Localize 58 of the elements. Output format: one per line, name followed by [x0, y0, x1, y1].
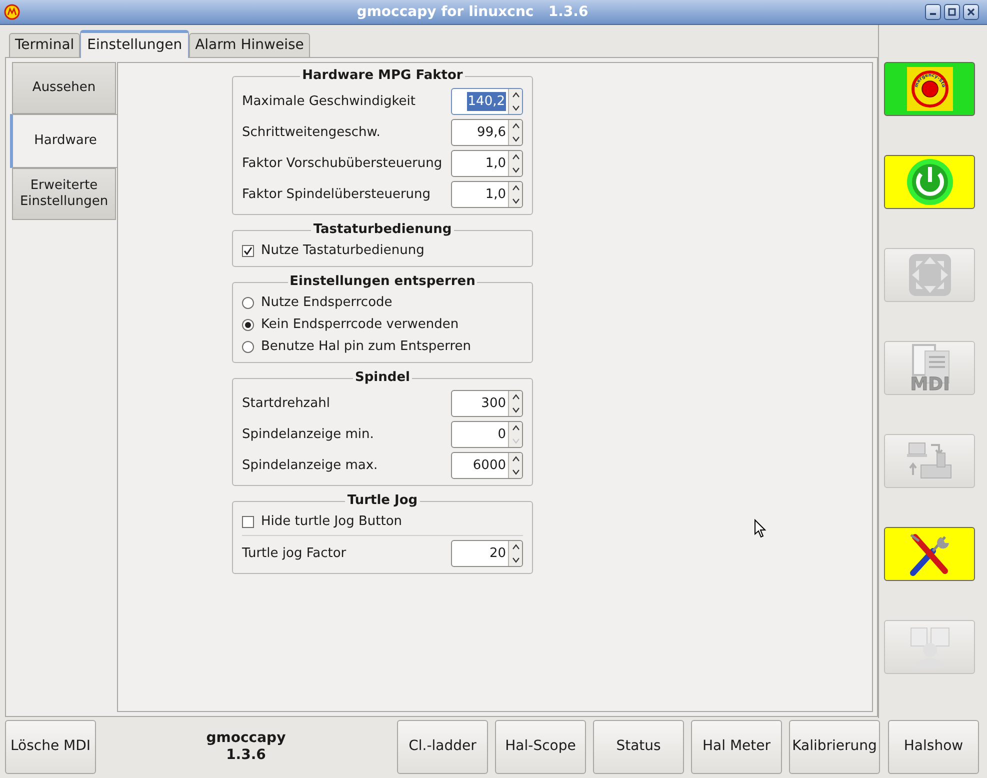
radio-button[interactable] — [242, 341, 254, 353]
field-label: Faktor Spindelübersteuerung — [242, 186, 432, 204]
mouse-cursor-icon — [754, 519, 766, 538]
close-button[interactable] — [963, 4, 979, 20]
toolbar-button[interactable]: Kalibrierung — [789, 720, 880, 774]
close-icon — [967, 8, 975, 16]
side-tab[interactable]: Erweiterte Einstellungen — [12, 168, 116, 220]
number-field[interactable]: 1,0 — [451, 150, 523, 177]
toolbar-button[interactable]: Cl.-ladder — [397, 720, 488, 774]
toolbar-button[interactable]: Halshow — [888, 720, 979, 774]
group-title: Tastaturbedienung — [311, 221, 454, 239]
number-field[interactable]: 6000 — [451, 452, 523, 479]
app-logo-icon — [4, 4, 20, 20]
power-icon — [906, 158, 954, 206]
radio-label: Benutze Hal pin zum Entsperren — [261, 338, 472, 356]
app-version: 1.3.6 — [226, 746, 266, 764]
field-label: Faktor Vorschubübersteuerung — [242, 154, 444, 173]
number-field[interactable]: 1,0 — [451, 181, 523, 208]
side-tab[interactable]: Aussehen — [12, 62, 116, 114]
toolbar-button[interactable]: Status — [593, 720, 684, 774]
maximize-icon — [948, 8, 956, 16]
number-field[interactable]: 140,2 — [451, 88, 523, 115]
tab[interactable]: Terminal — [9, 33, 80, 57]
minimize-button[interactable] — [925, 4, 941, 20]
mdi-label: MDI — [910, 374, 950, 393]
maximize-button[interactable] — [944, 4, 960, 20]
radio-button[interactable] — [242, 297, 254, 309]
radio-label: Nutze Endsperrcode — [261, 294, 392, 312]
field-label: Turtle jog Factor — [242, 544, 348, 563]
radio-label: Kein Endsperrcode verwenden — [261, 316, 459, 334]
tab[interactable]: Einstellungen — [80, 30, 190, 58]
number-field[interactable]: 20 — [451, 540, 523, 567]
checkbox[interactable] — [242, 516, 254, 528]
side-tab[interactable]: Hardware — [10, 114, 118, 168]
group-title: Turtle Jog — [345, 492, 420, 510]
field-label: Spindelanzeige min. — [242, 426, 375, 444]
field-label: Maximale Geschwindigkeit — [242, 92, 416, 111]
window-title: gmoccapy for linuxcnc 1.3.6 — [356, 2, 588, 22]
toolbar-button[interactable]: Hal Meter — [691, 720, 782, 774]
number-field[interactable]: 99,6 — [451, 119, 523, 146]
side-button[interactable] — [884, 155, 975, 209]
tab[interactable]: Alarm Hinweise — [189, 33, 310, 57]
app-name: gmoccapy — [206, 730, 286, 746]
field-label: Schrittweitengeschw. — [242, 124, 382, 142]
field-label: Startdrehzahl — [242, 394, 331, 413]
side-button[interactable] — [884, 527, 975, 581]
toolbar-button[interactable]: Hal-Scope — [495, 720, 586, 774]
number-field[interactable]: 0 — [451, 421, 523, 448]
field-label: Spindelanzeige max. — [242, 456, 379, 475]
radio-button[interactable] — [242, 319, 254, 331]
arrow-pad-icon — [908, 253, 952, 297]
checkbox-label: Nutze Tastaturbedienung — [261, 242, 424, 260]
clear-mdi-button[interactable]: Lösche MDI — [5, 720, 96, 774]
group-title: Einstellungen entsperren — [288, 273, 478, 291]
number-field[interactable]: 300 — [451, 390, 523, 417]
checkbox[interactable] — [242, 245, 254, 257]
group-title: Spindel — [353, 369, 412, 387]
checkbox-label: Hide turtle Jog Button — [261, 513, 402, 532]
